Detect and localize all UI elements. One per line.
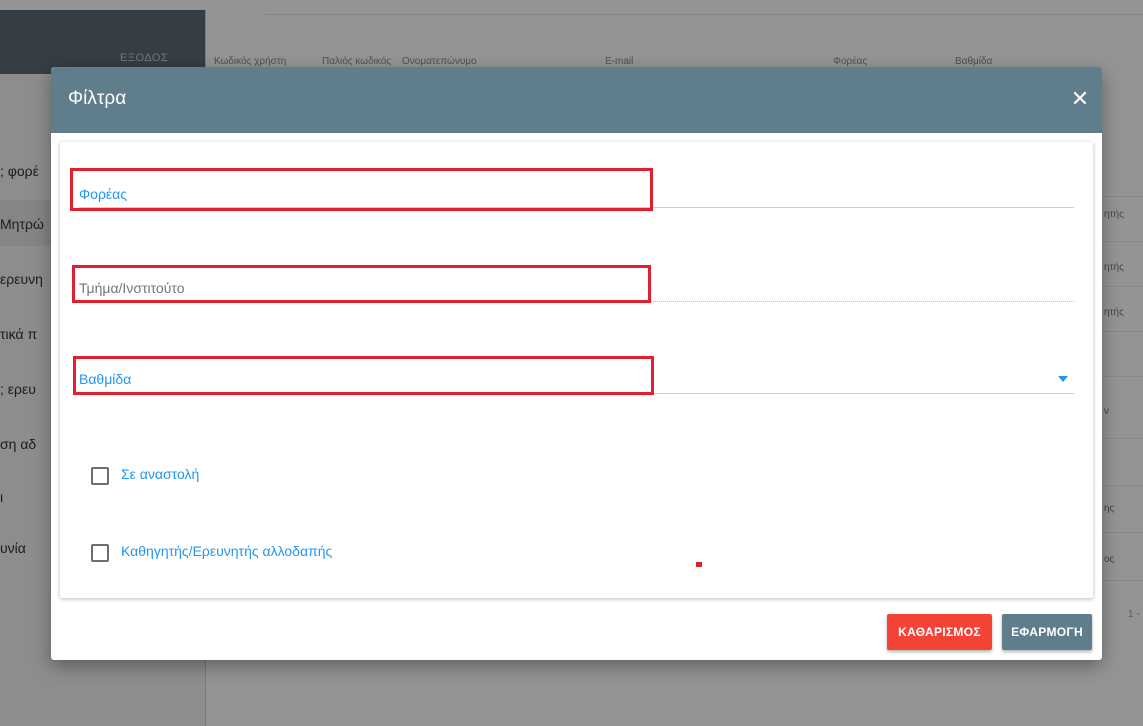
suspension-checkbox-label[interactable]: Σε αναστολή <box>121 466 199 482</box>
filters-dialog: Φίλτρα ✕ Φορέας Τμήμα/Ινστιτούτο Βαθμίδα… <box>51 67 1102 660</box>
red-marker <box>696 562 702 567</box>
apply-button[interactable]: ΕΦΑΡΜΟΓΗ <box>1002 614 1092 650</box>
close-icon[interactable]: ✕ <box>1068 87 1092 111</box>
foreas-highlight-box <box>70 168 653 211</box>
foreign-checkbox-label[interactable]: Καθηγητής/Ερευνητής αλλοδαπής <box>121 543 332 559</box>
chevron-down-icon[interactable] <box>1058 376 1068 382</box>
clear-button[interactable]: ΚΑΘΑΡΙΣΜΟΣ <box>887 614 992 650</box>
foreign-checkbox[interactable] <box>91 544 109 562</box>
tmima-highlight-box <box>72 265 651 303</box>
dialog-title: Φίλτρα <box>68 88 127 109</box>
filters-form-card: Φορέας Τμήμα/Ινστιτούτο Βαθμίδα Σε αναστ… <box>60 142 1093 598</box>
dialog-header: Φίλτρα ✕ <box>51 67 1102 133</box>
vathmida-highlight-box <box>73 356 654 395</box>
suspension-checkbox[interactable] <box>91 467 109 485</box>
